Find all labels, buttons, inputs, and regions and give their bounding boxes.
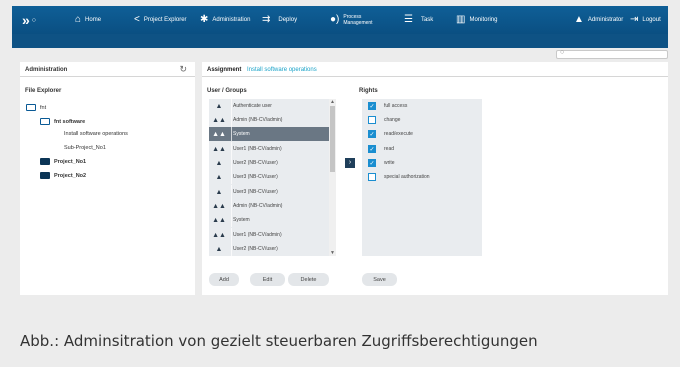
app-logo[interactable]: » ○	[22, 6, 36, 34]
list-item[interactable]: ▲▲ Admin (NB-CV/admin)	[209, 113, 336, 127]
list-icon: ☰	[404, 14, 413, 25]
scroll-up-icon[interactable]: ▲	[329, 99, 336, 105]
list-item[interactable]: ▲▲ System	[209, 213, 336, 227]
assignment-panel: Assignment Install software operations U…	[202, 62, 668, 295]
panel-title: Administration	[25, 67, 68, 73]
checkbox-checked[interactable]: ✓	[368, 130, 376, 138]
tree-item-fnt-software[interactable]: fnt software	[40, 118, 85, 125]
scrollbar[interactable]: ▲ ▼	[329, 99, 336, 256]
figure-caption: Abb.: Adminsitration von gezielt steuerb…	[20, 332, 538, 350]
users-groups-title: User / Groups	[207, 88, 247, 94]
rights-list: ✓ full access change ✓ read/execute ✓ read …	[362, 99, 482, 256]
tab-bar: Assignment Install software operations	[207, 67, 317, 73]
user-icon: ▲	[215, 245, 223, 253]
nav-home[interactable]: ⌂ Home	[75, 6, 101, 34]
deploy-icon: ⇉	[262, 14, 271, 25]
bar-chart-icon: ▥	[456, 14, 466, 25]
group-icon: ▲▲	[212, 231, 226, 239]
right-item[interactable]: ✓ write	[362, 156, 482, 170]
list-item-selected[interactable]: ▲▲ System	[209, 127, 336, 141]
nav-monitoring[interactable]: ▥ Monitoring	[456, 6, 497, 34]
user-icon: ▲	[215, 102, 223, 110]
tab-install-software[interactable]: Install software operations	[247, 67, 317, 73]
user-icon: ▲	[215, 188, 223, 196]
nav-administration[interactable]: ✱ Administration	[200, 6, 250, 34]
tree-item-project-no1[interactable]: Project_No1	[40, 158, 86, 165]
save-button[interactable]: Save	[362, 273, 397, 286]
right-item[interactable]: ✓ full access	[362, 99, 482, 113]
logo-icon: »	[22, 12, 30, 28]
home-icon: ⌂	[75, 14, 82, 25]
top-navigation-bar: » ○ ⌂ Home < Project Explorer ✱ Administrati…	[12, 6, 668, 34]
search-input[interactable]: ○	[556, 49, 668, 59]
checkbox[interactable]	[368, 173, 376, 181]
sub-header-bar	[12, 34, 668, 48]
list-item[interactable]: ▲▲ User1 (NB-CV/admin)	[209, 228, 336, 242]
tree-item-project-no2[interactable]: Project_No2	[40, 172, 86, 179]
user-icon: ▲	[215, 159, 223, 167]
logout-icon: ⇥	[630, 14, 639, 25]
group-icon: ▲▲	[212, 202, 226, 210]
nav-process-management[interactable]: ●) Process Management	[330, 6, 373, 34]
nav-user[interactable]: ▲ Administrator	[574, 6, 623, 34]
folder-icon	[40, 172, 50, 179]
refresh-icon[interactable]: ↻	[179, 64, 187, 75]
divider	[202, 76, 668, 77]
assign-arrow-button[interactable]: ›	[345, 158, 355, 168]
chevron-right-icon: ›	[348, 159, 352, 166]
scrollbar-thumb[interactable]	[330, 106, 335, 172]
user-icon: ▲	[574, 14, 584, 25]
list-item[interactable]: ▲ User3 (NB-CV/user)	[209, 170, 336, 184]
group-icon: ▲▲	[212, 116, 226, 124]
folder-open-icon	[26, 104, 36, 111]
folder-icon	[40, 158, 50, 165]
add-button[interactable]: Add	[209, 273, 239, 286]
delete-button[interactable]: Delete	[288, 273, 329, 286]
group-icon: ▲▲	[212, 216, 226, 224]
nav-logout[interactable]: ⇥ Logout	[630, 6, 661, 34]
list-item[interactable]: ▲▲ Admin (NB-CV/admin)	[209, 199, 336, 213]
scroll-down-icon[interactable]: ▼	[329, 250, 336, 256]
checkbox[interactable]	[368, 116, 376, 124]
administration-panel: Administration ↻ File Explorer fnt fnt s…	[20, 62, 195, 295]
checkbox-checked[interactable]: ✓	[368, 102, 376, 110]
nav-task[interactable]: ☰ Task	[404, 6, 433, 34]
tab-assignment[interactable]: Assignment	[207, 67, 241, 73]
list-item[interactable]: ▲ User2 (NB-CV/user)	[209, 242, 336, 256]
right-item[interactable]: special authorization	[362, 170, 482, 184]
right-item[interactable]: change	[362, 113, 482, 127]
nav-project-explorer[interactable]: < Project Explorer	[134, 6, 187, 34]
folder-open-icon	[40, 118, 50, 125]
checkbox-checked[interactable]: ✓	[368, 159, 376, 167]
rights-title: Rights	[359, 88, 378, 94]
divider	[20, 76, 195, 77]
tree-item-install-software[interactable]: Install software operations	[64, 131, 128, 137]
group-icon: ▲▲	[212, 130, 226, 138]
right-item[interactable]: ✓ read	[362, 142, 482, 156]
tree-item-fnt[interactable]: fnt	[26, 104, 46, 111]
edit-button[interactable]: Edit	[250, 273, 285, 286]
list-item[interactable]: ▲ User3 (NB-CV/user)	[209, 185, 336, 199]
list-item[interactable]: ▲▲ User1 (NB-CV/admin)	[209, 142, 336, 156]
gear-icon: ✱	[200, 14, 209, 25]
group-icon: ▲▲	[212, 145, 226, 153]
tree-item-sub-project[interactable]: Sub-Project_No1	[64, 145, 106, 151]
process-icon: ●)	[330, 14, 340, 25]
user-icon: ▲	[215, 173, 223, 181]
share-icon: <	[134, 14, 140, 25]
right-item[interactable]: ✓ read/execute	[362, 127, 482, 141]
list-item[interactable]: ▲ User2 (NB-CV/user)	[209, 156, 336, 170]
list-item[interactable]: ▲ Authenticate user	[209, 99, 336, 113]
search-icon: ○	[560, 49, 565, 56]
app-frame: » ○ ⌂ Home < Project Explorer ✱ Administrati…	[0, 0, 680, 299]
nav-deploy[interactable]: ⇉ Deploy	[262, 6, 297, 34]
users-groups-list: ▲ Authenticate user ▲▲ Admin (NB-CV/admin)…	[209, 99, 336, 256]
file-explorer-title: File Explorer	[25, 88, 62, 94]
checkbox-checked[interactable]: ✓	[368, 145, 376, 153]
